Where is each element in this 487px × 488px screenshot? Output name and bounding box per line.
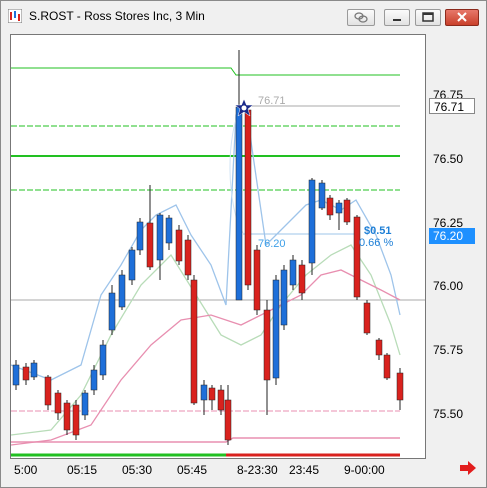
- chart-plot[interactable]: 76.71 76.20 $0.51 0.66 %: [10, 35, 425, 458]
- candle-body: [363, 302, 371, 334]
- candle-body: [128, 249, 136, 281]
- app-icon: [8, 9, 22, 23]
- restore-button[interactable]: [415, 9, 441, 26]
- link-icon: [354, 12, 368, 23]
- candle-body: [208, 387, 216, 401]
- candle-body: [146, 222, 154, 268]
- candle-body: [318, 182, 326, 209]
- candle-body: [44, 376, 52, 406]
- window-title: S.ROST - Ross Stores Inc, 3 Min: [29, 9, 205, 23]
- candle-body: [396, 372, 404, 401]
- candle-body: [90, 369, 98, 391]
- candle-body: [30, 362, 38, 378]
- candle-body: [99, 344, 107, 376]
- candle-body: [224, 399, 232, 441]
- candle-body: [72, 404, 80, 436]
- crosshair-price-badge: 76.20: [429, 228, 475, 244]
- time-tick: 05:15: [67, 463, 98, 477]
- candle-body: [108, 292, 116, 331]
- candle-body: [298, 264, 306, 294]
- chart-area[interactable]: 76.71 76.20 $0.51 0.66 %: [10, 34, 426, 459]
- candle-body: [244, 109, 252, 286]
- current-price-badge: 76.71: [429, 98, 475, 114]
- candle-body: [136, 221, 144, 251]
- candle-body: [81, 392, 89, 416]
- candle-body: [12, 364, 20, 386]
- candle-body: [383, 354, 391, 379]
- time-tick: 5:00: [14, 463, 38, 477]
- candlesticks: [12, 50, 404, 445]
- candle-body: [63, 402, 71, 431]
- candle-body: [118, 274, 126, 308]
- scroll-right-icon[interactable]: [459, 461, 477, 475]
- time-tick: 9-00:00: [344, 463, 385, 477]
- candle-body: [263, 309, 271, 381]
- candle-body: [280, 269, 288, 326]
- time-tick: 05:45: [177, 463, 208, 477]
- candle-body: [353, 216, 361, 298]
- time-tick: 05:30: [122, 463, 153, 477]
- price-tick: 75.75: [433, 343, 464, 357]
- chart-window: S.ROST - Ross Stores Inc, 3 Min 76.71 76…: [0, 0, 487, 488]
- price-tick: 75.50: [433, 407, 464, 421]
- candle-body: [235, 106, 243, 301]
- close-button[interactable]: [445, 9, 479, 26]
- minimize-icon: [393, 19, 401, 21]
- candle-body: [272, 279, 280, 379]
- candle-body: [217, 389, 225, 411]
- candle-body: [184, 239, 192, 276]
- measure-percent-label: 0.66 %: [359, 237, 393, 249]
- candle-body: [165, 217, 173, 244]
- candle-body: [253, 249, 261, 311]
- measure-change-label: $0.51: [364, 225, 392, 237]
- candle-body: [335, 202, 343, 214]
- time-tick: 8-23:30: [237, 463, 278, 477]
- candle-body: [54, 392, 62, 414]
- time-tick: 23:45: [289, 463, 320, 477]
- minimize-button[interactable]: [384, 9, 410, 26]
- candle-body: [156, 214, 164, 261]
- link-button[interactable]: [347, 9, 375, 26]
- high-price-label: 76.71: [258, 95, 286, 107]
- candle-body: [289, 259, 297, 286]
- candle-body: [175, 229, 183, 262]
- candle-body: [200, 384, 208, 401]
- candle-body: [22, 366, 30, 381]
- restore-icon: [422, 12, 434, 22]
- title-bar[interactable]: S.ROST - Ross Stores Inc, 3 Min: [1, 1, 486, 32]
- candle-body: [308, 179, 316, 264]
- candle-body: [375, 339, 383, 356]
- candle-body: [190, 279, 198, 404]
- measure-price-label: 76.20: [258, 238, 286, 250]
- price-tick: 76.50: [433, 152, 464, 166]
- close-icon: [457, 12, 467, 22]
- candle-body: [343, 199, 351, 223]
- price-tick: 76.00: [433, 279, 464, 293]
- candle-body: [326, 197, 334, 216]
